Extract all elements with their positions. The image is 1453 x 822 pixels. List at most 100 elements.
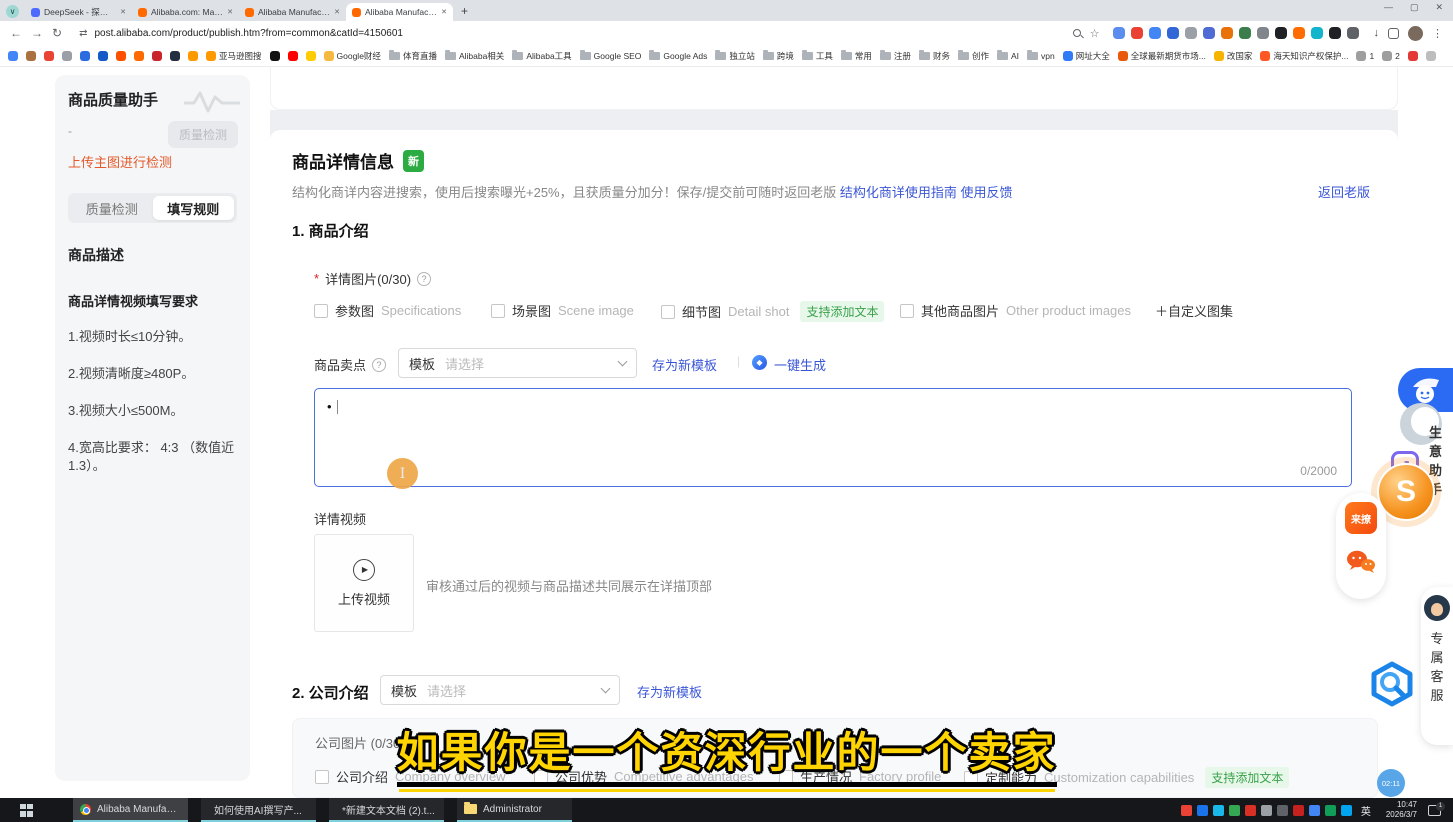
tray-icon[interactable]: [1293, 805, 1304, 816]
checkbox[interactable]: [661, 305, 675, 319]
bookmark-item[interactable]: [270, 51, 280, 61]
extension-icon[interactable]: [1203, 27, 1215, 39]
extension-icon[interactable]: [1131, 27, 1143, 39]
checkbox[interactable]: [900, 304, 914, 318]
lailiao-search-icon[interactable]: 来撩: [1345, 502, 1377, 534]
quality-check-button[interactable]: 质量检测: [168, 121, 238, 148]
new-tab-button[interactable]: +: [461, 4, 468, 18]
taskbar-task[interactable]: Alibaba Manufact...: [73, 798, 188, 822]
selling-point-editor[interactable]: • 0/2000: [314, 388, 1352, 487]
bookmark-item[interactable]: 独立站: [715, 50, 755, 62]
window-maximize-button[interactable]: ▢: [1410, 2, 1419, 13]
bookmark-item[interactable]: 网址大全: [1063, 50, 1110, 62]
site-settings-icon[interactable]: ⇄: [79, 28, 87, 39]
sidebar-tab-rules[interactable]: 填写规则: [153, 196, 235, 220]
extension-icon[interactable]: [1311, 27, 1323, 39]
template-select[interactable]: 模板 请选择: [398, 348, 637, 378]
extension-icon[interactable]: [1185, 27, 1197, 39]
language-indicator[interactable]: 英: [1361, 803, 1371, 818]
bookmark-item[interactable]: [26, 51, 36, 61]
extension-icon[interactable]: [1275, 27, 1287, 39]
extension-icon[interactable]: [1293, 27, 1305, 39]
clock[interactable]: 10:47 2026/3/7: [1386, 800, 1417, 820]
bookmark-item[interactable]: 2: [1382, 51, 1400, 61]
browser-tab[interactable]: Alibaba Manufacturer Direct...✕: [346, 3, 453, 21]
skype-float-button[interactable]: S: [1377, 463, 1435, 521]
extension-icon[interactable]: [1347, 27, 1359, 39]
download-icon[interactable]: ↓: [1374, 27, 1380, 39]
sidebar-tab-quality[interactable]: 质量检测: [71, 196, 153, 220]
bookmark-item[interactable]: [306, 51, 316, 61]
bookmark-item[interactable]: Google Ads: [649, 51, 707, 61]
bookmark-item[interactable]: [1408, 51, 1418, 61]
bookmark-item[interactable]: 注册: [880, 50, 911, 62]
tray-icon[interactable]: [1277, 805, 1288, 816]
bookmark-item[interactable]: 全球最新期货市场...: [1118, 50, 1206, 62]
tab-close-icon[interactable]: ✕: [334, 8, 340, 16]
bookmark-item[interactable]: 海天知识产权保护...: [1260, 50, 1348, 62]
forward-icon[interactable]: →: [31, 26, 43, 40]
tray-icon[interactable]: [1245, 805, 1256, 816]
tab-search-icon[interactable]: ∨: [6, 5, 19, 18]
extensions-puzzle-icon[interactable]: [1388, 28, 1399, 39]
bookmark-item[interactable]: Alibaba工具: [512, 50, 571, 62]
bookmark-item[interactable]: [80, 51, 90, 61]
company-template-select[interactable]: 模板 请选择: [380, 675, 620, 705]
extension-icon[interactable]: [1257, 27, 1269, 39]
extension-icon[interactable]: [1167, 27, 1179, 39]
bookmark-item[interactable]: 改国家: [1214, 50, 1253, 62]
tab-close-icon[interactable]: ✕: [227, 8, 233, 16]
bookmark-item[interactable]: 工具: [802, 50, 833, 62]
taskbar-task[interactable]: 如何使用AI撰写产...: [201, 798, 316, 822]
bookmark-item[interactable]: [134, 51, 144, 61]
bookmark-star-icon[interactable]: ☆: [1090, 27, 1100, 40]
taskbar-task[interactable]: *新建文本文档 (2).t...: [329, 798, 444, 822]
notification-icon[interactable]: 1: [1428, 805, 1441, 816]
upload-main-image-link[interactable]: 上传主图进行检测: [68, 152, 237, 171]
tray-icon[interactable]: [1325, 805, 1336, 816]
address-bar[interactable]: ⇄ post.alibaba.com/product/publish.htm?f…: [71, 24, 1064, 42]
tray-icon[interactable]: [1181, 805, 1192, 816]
start-button[interactable]: [20, 804, 33, 817]
sourcing-logo[interactable]: [1369, 661, 1415, 712]
extension-icon[interactable]: [1221, 27, 1233, 39]
bookmark-item[interactable]: AI: [997, 51, 1019, 61]
tab-close-icon[interactable]: ✕: [441, 8, 447, 16]
bookmark-item[interactable]: 体育直播: [389, 50, 437, 62]
checkbox[interactable]: [491, 304, 505, 318]
bookmark-item[interactable]: Google SEO: [580, 51, 642, 61]
browser-tab[interactable]: DeepSeek - 探索未至之境✕: [25, 3, 132, 21]
customer-service-panel[interactable]: 专属客服: [1421, 587, 1453, 745]
bookmark-item[interactable]: 亚马逊图搜: [206, 50, 262, 62]
tray-icon[interactable]: [1229, 805, 1240, 816]
tab-close-icon[interactable]: ✕: [120, 8, 126, 16]
extension-icon[interactable]: [1149, 27, 1161, 39]
checkbox[interactable]: [314, 304, 328, 318]
bookmark-item[interactable]: [44, 51, 54, 61]
bookmark-item[interactable]: 1: [1356, 51, 1374, 61]
extension-icon[interactable]: [1239, 27, 1251, 39]
browser-tab[interactable]: Alibaba Manufacturer Direct...✕: [239, 3, 346, 21]
profile-avatar[interactable]: [1408, 26, 1423, 41]
upload-video-button[interactable]: ▶ 上传视频: [314, 534, 414, 632]
zoom-icon[interactable]: [1073, 29, 1081, 37]
bookmark-item[interactable]: 跨境: [763, 50, 794, 62]
back-to-old-link[interactable]: 返回老版: [1318, 185, 1370, 200]
extension-icon[interactable]: [1113, 27, 1125, 39]
bookmark-item[interactable]: vpn: [1027, 51, 1055, 61]
help-icon[interactable]: ?: [372, 358, 386, 372]
menu-kebab-icon[interactable]: ⋮: [1432, 27, 1443, 40]
bookmark-item[interactable]: [188, 51, 198, 61]
reload-icon[interactable]: ↻: [52, 26, 62, 40]
one-click-generate-link[interactable]: 一键生成: [774, 358, 826, 373]
save-template-link[interactable]: 存为新模板: [652, 358, 717, 373]
help-icon[interactable]: ?: [417, 272, 431, 286]
bookmark-item[interactable]: [8, 51, 18, 61]
bookmark-item[interactable]: [62, 51, 72, 61]
bookmark-item[interactable]: [152, 51, 162, 61]
custom-gallery-link[interactable]: ＋自定义图集: [1155, 301, 1233, 320]
tray-icon[interactable]: [1213, 805, 1224, 816]
bookmark-item[interactable]: [288, 51, 298, 61]
bookmark-item[interactable]: [98, 51, 108, 61]
bookmark-item[interactable]: [170, 51, 180, 61]
